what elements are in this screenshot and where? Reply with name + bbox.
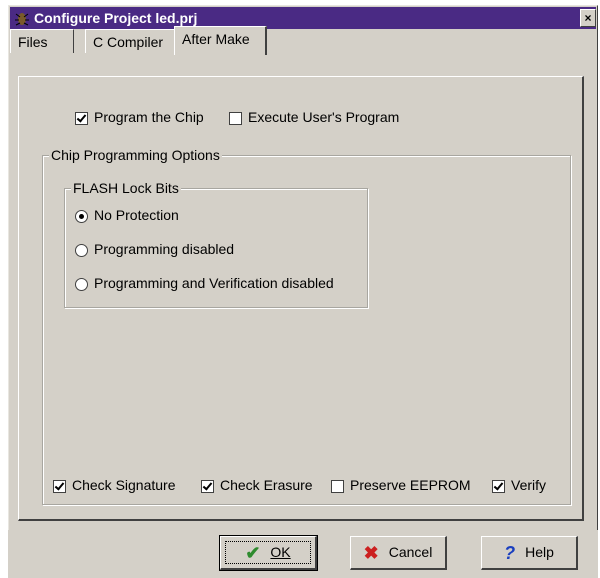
help-label: Help [525, 544, 554, 560]
dialog-window: Configure Project led.prj × Files C Comp… [8, 5, 598, 578]
radio-dot[interactable] [75, 277, 88, 291]
radio-no-protection[interactable]: No Protection [75, 207, 179, 223]
execute-program-label: Execute User's Program [248, 109, 400, 125]
close-button[interactable]: × [580, 9, 596, 27]
tab-c-compiler[interactable]: C Compiler [85, 29, 176, 53]
check-signature-label: Check Signature [72, 477, 176, 493]
checkbox-box[interactable] [331, 479, 344, 493]
preserve-eeprom-checkbox[interactable]: Preserve EEPROM [331, 477, 471, 493]
x-icon: ✖ [363, 543, 379, 564]
question-icon: ? [504, 543, 516, 564]
ok-button[interactable]: ✔ OK [219, 535, 318, 571]
execute-program-checkbox[interactable]: Execute User's Program [229, 109, 399, 125]
after-make-panel: Program the Chip Execute User's Program … [18, 76, 584, 521]
cancel-label: Cancel [388, 544, 433, 560]
check-erasure-label: Check Erasure [220, 477, 313, 493]
radio-label: Programming disabled [94, 241, 235, 257]
focus-rect [225, 541, 311, 564]
checkbox-box[interactable] [201, 479, 214, 493]
program-chip-checkbox[interactable]: Program the Chip [75, 109, 204, 125]
flash-lock-bits-group: FLASH Lock Bits No Protection Programmin… [64, 180, 368, 308]
radio-dot[interactable] [75, 209, 88, 223]
flash-lock-title: FLASH Lock Bits [71, 180, 181, 196]
checkbox-box[interactable] [75, 111, 88, 125]
check-erasure-checkbox[interactable]: Check Erasure [201, 477, 313, 493]
title-bar[interactable]: Configure Project led.prj × [10, 7, 596, 29]
radio-label: No Protection [94, 207, 179, 223]
cancel-button[interactable]: ✖ Cancel [350, 536, 447, 570]
bug-icon [15, 13, 29, 26]
radio-label: Programming and Verification disabled [94, 275, 334, 291]
tab-after-make-label: After Make [182, 31, 250, 47]
tab-c-compiler-label: C Compiler [93, 34, 164, 50]
checkbox-box[interactable] [492, 479, 505, 493]
preserve-eeprom-label: Preserve EEPROM [350, 477, 471, 493]
radio-dot[interactable] [75, 243, 88, 257]
tab-after-make[interactable]: After Make [174, 26, 267, 55]
check-signature-checkbox[interactable]: Check Signature [53, 477, 176, 493]
radio-programming-disabled[interactable]: Programming disabled [75, 241, 234, 257]
tab-files-label: Files [18, 34, 48, 50]
tab-files[interactable]: Files [10, 29, 74, 53]
verify-checkbox[interactable]: Verify [492, 477, 546, 493]
checkbox-box[interactable] [229, 111, 242, 125]
program-chip-label: Program the Chip [94, 109, 204, 125]
chip-options-title: Chip Programming Options [49, 147, 222, 163]
close-icon: × [584, 11, 592, 25]
radio-prog-verif-disabled[interactable]: Programming and Verification disabled [75, 275, 334, 291]
verify-label: Verify [511, 477, 547, 493]
chip-programming-options-group: Chip Programming Options FLASH Lock Bits… [42, 147, 571, 505]
window-title: Configure Project led.prj [34, 10, 198, 26]
button-bar: ✔ OK ✖ Cancel ? Help [8, 530, 598, 578]
checkbox-box[interactable] [53, 479, 66, 493]
help-button[interactable]: ? Help [481, 536, 578, 570]
